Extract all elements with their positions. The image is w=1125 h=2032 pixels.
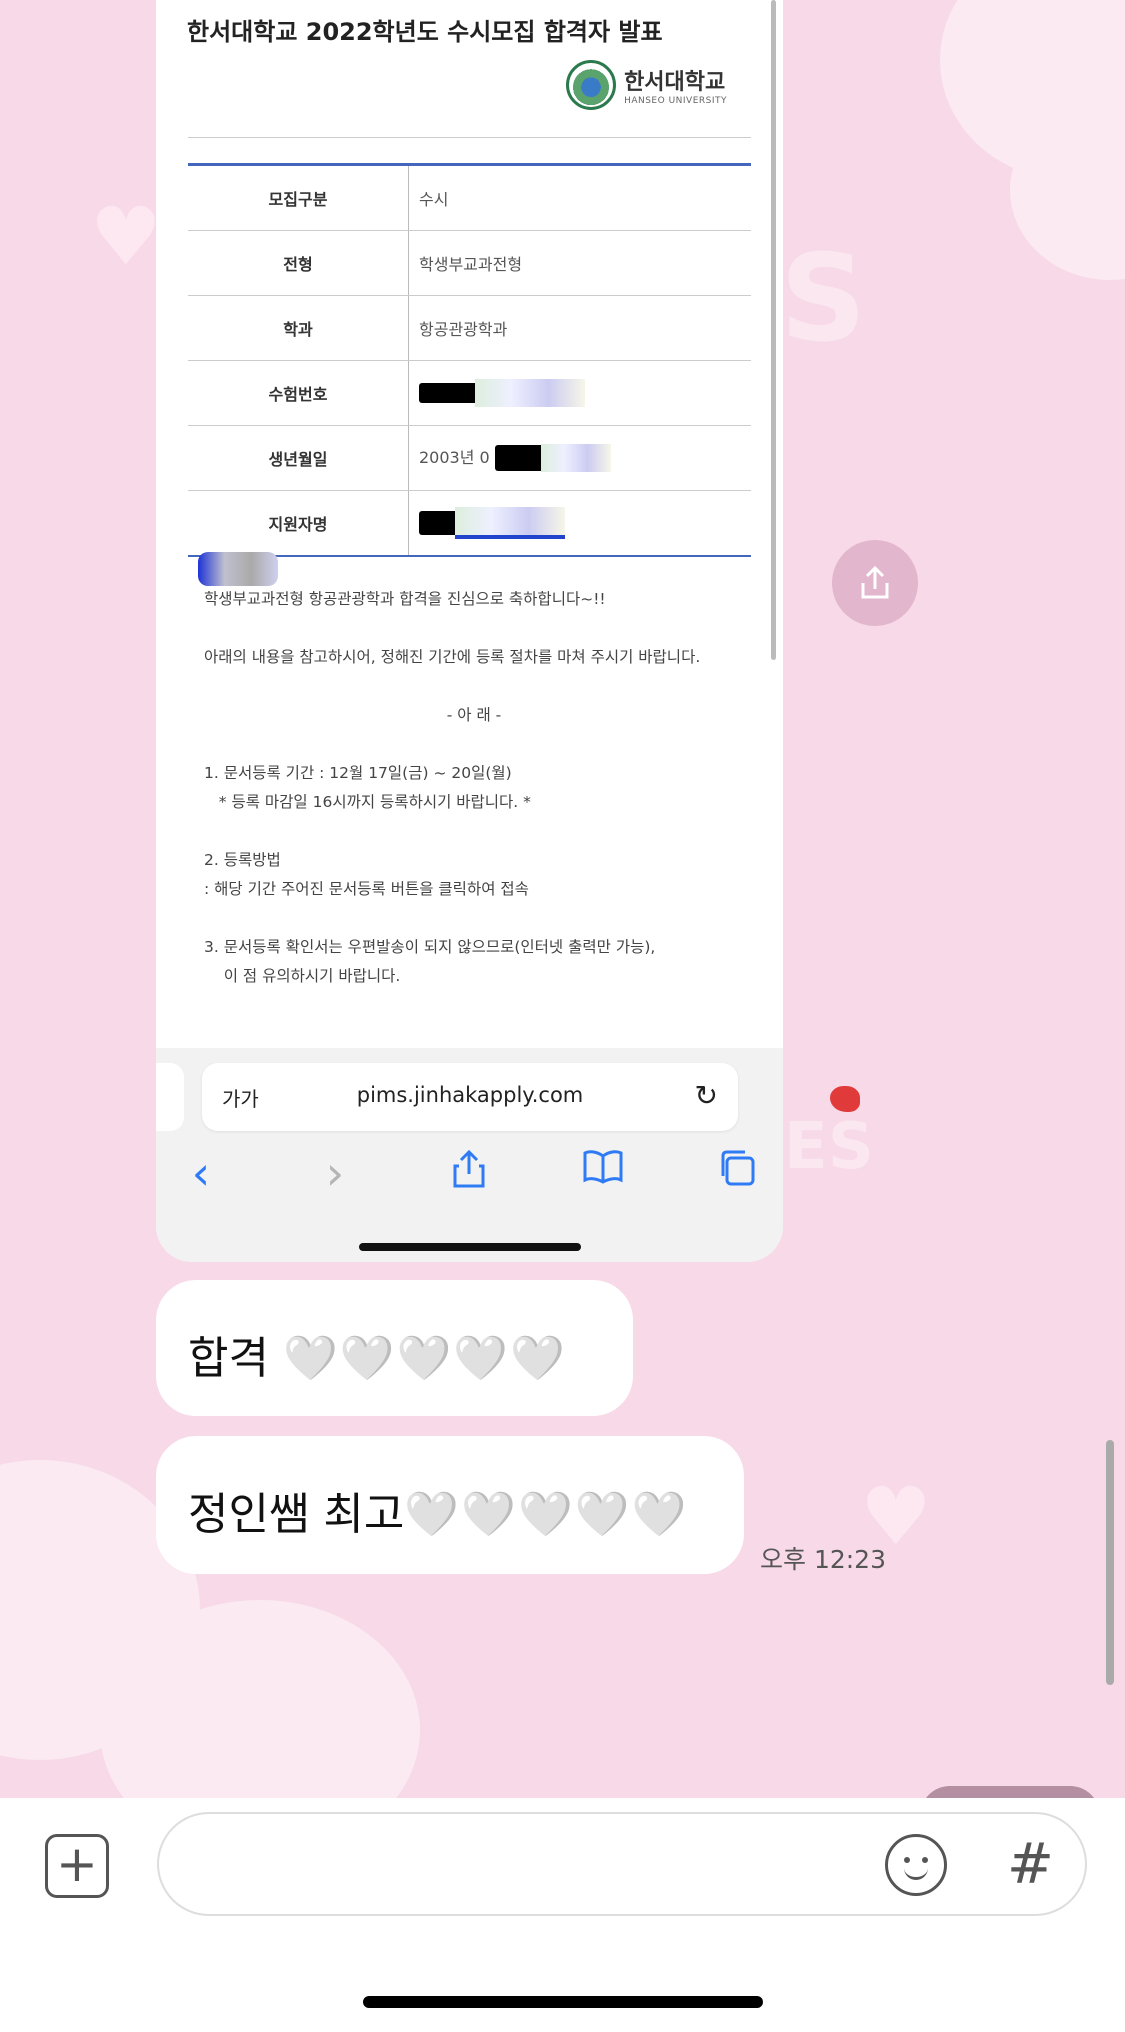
system-home-indicator[interactable] (363, 1996, 763, 2008)
congrats-text: 학생부교과전형 항공관광학과 합격을 진심으로 축하합니다~!! (204, 590, 606, 608)
row-value-redacted (408, 360, 751, 426)
row-label: 전형 (188, 230, 409, 296)
row-value: 학생부교과전형 (408, 230, 751, 296)
table-row: 학과 항공관광학과 (188, 295, 751, 361)
university-emblem-icon (566, 60, 617, 110)
row-value: 항공관광학과 (408, 295, 751, 361)
bookmarks-icon (578, 1148, 628, 1198)
share-icon (861, 565, 889, 599)
redaction-mark (494, 445, 545, 472)
hashtag-button[interactable]: # (1007, 1832, 1054, 1897)
logo-name: 한서대학교 (624, 70, 726, 95)
emoji-button[interactable] (885, 1834, 947, 1896)
forward-icon: › (325, 1146, 345, 1200)
smiley-mouth (904, 1865, 928, 1880)
row-label: 수험번호 (188, 360, 409, 426)
row-label: 생년월일 (188, 425, 409, 491)
tabs-icon (712, 1148, 762, 1198)
row-label: 모집구분 (188, 164, 409, 231)
logo-english-name: HANSEO UNIVERSITY (624, 96, 727, 106)
back-icon: ‹ (191, 1146, 211, 1200)
applicant-info-table: 모집구분 수시 전형 학생부교과전형 학과 항공관광학과 수험번호 생년월일 2… (188, 163, 751, 557)
image-message-screenshot[interactable]: 한서대학교 2022학년도 수시모집 합격자 발표 한서대학교 HANSEO U… (156, 0, 783, 1262)
reload-icon: ↻ (694, 1079, 718, 1112)
notice-text: 아래의 내용을 참고하시어, 정해진 기간에 등록 절차를 마쳐 주시기 바랍니… (204, 648, 701, 666)
home-indicator (359, 1243, 581, 1251)
row-label: 지원자명 (188, 490, 409, 557)
item-3-note: 이 점 유의하시기 바랍니다. (223, 967, 401, 985)
plus-icon: + (56, 1835, 98, 1893)
chat-bubble[interactable]: 정인쌤 최고🤍🤍🤍🤍🤍 (156, 1436, 744, 1574)
message-text: 합격 🤍🤍🤍🤍🤍 (188, 1333, 567, 1384)
row-value-redacted (408, 490, 751, 557)
red-heart-decoration (830, 1086, 860, 1112)
row-value: 2003년 0 (419, 447, 490, 467)
university-logo: 한서대학교 HANSEO UNIVERSITY (566, 60, 727, 110)
item-1-note: * 등록 마감일 16시까지 등록하시기 바랍니다. * (218, 793, 531, 811)
item-2-note: : 해당 기간 주어진 문서등록 버튼을 클릭하여 접속 (204, 880, 529, 898)
message-input-container: # (157, 1812, 1087, 1916)
message-timestamp: 오후 12:23 (760, 1545, 886, 1574)
adjacent-tab (156, 1063, 184, 1131)
row-value-redacted: 2003년 0 (408, 425, 751, 491)
share-button[interactable] (832, 540, 918, 626)
heart-decoration: ♥ (90, 190, 162, 283)
item-1: 1. 문서등록 기간 : 12월 17일(금) ~ 20일(월) (204, 764, 512, 782)
chat-scrollbar[interactable] (1106, 1440, 1114, 1685)
table-row: 수험번호 (188, 360, 751, 426)
white-heart-emojis: 🤍🤍🤍🤍🤍 (404, 1489, 689, 1540)
message-input[interactable] (189, 1844, 893, 1886)
row-label: 학과 (188, 295, 409, 361)
redaction-mark (419, 383, 479, 403)
smiley-icon (904, 1857, 910, 1863)
redaction-mark (475, 379, 585, 407)
redaction-mark (419, 511, 459, 535)
redaction-mark (198, 552, 278, 586)
item-3: 3. 문서등록 확인서는 우편발송이 되지 않으므로(인터넷 출력만 가능), (204, 938, 656, 956)
screenshot-scrollbar (771, 0, 776, 660)
table-row: 전형 학생부교과전형 (188, 230, 751, 296)
table-row: 모집구분 수시 (188, 164, 751, 231)
row-value: 수시 (408, 164, 751, 231)
add-attachment-button[interactable]: + (45, 1834, 109, 1898)
smiley-eye (922, 1857, 928, 1863)
white-heart-emojis: 🤍🤍🤍🤍🤍 (282, 1333, 567, 1384)
chat-bubble[interactable]: 합격 🤍🤍🤍🤍🤍 (156, 1280, 633, 1416)
background-lettering: ES (784, 1110, 874, 1184)
redaction-mark (455, 507, 565, 539)
address-bar: 가가 pims.jinhakapply.com ↻ (202, 1063, 738, 1131)
document-title: 한서대학교 2022학년도 수시모집 합격자 발표 (187, 18, 663, 46)
url-text: pims.jinhakapply.com (356, 1083, 584, 1107)
divider (188, 137, 751, 138)
share-icon (444, 1148, 494, 1198)
below-heading: - 아 래 - (446, 706, 502, 724)
item-2: 2. 등록방법 (204, 851, 281, 869)
table-row: 지원자명 (188, 490, 751, 557)
message-text: 정인쌤 최고🤍🤍🤍🤍🤍 (188, 1489, 689, 1540)
document-body: 학생부교과전형 항공관광학과 합격을 진심으로 축하합니다~!! 아래의 내용을… (204, 585, 744, 1020)
browser-nav: ‹ › (156, 1148, 783, 1198)
redaction-mark (540, 444, 611, 473)
browser-toolbar: 가가 pims.jinhakapply.com ↻ ‹ › (156, 1048, 783, 1262)
table-row: 생년월일 2003년 0 (188, 425, 751, 491)
background-lettering: S (780, 230, 867, 369)
